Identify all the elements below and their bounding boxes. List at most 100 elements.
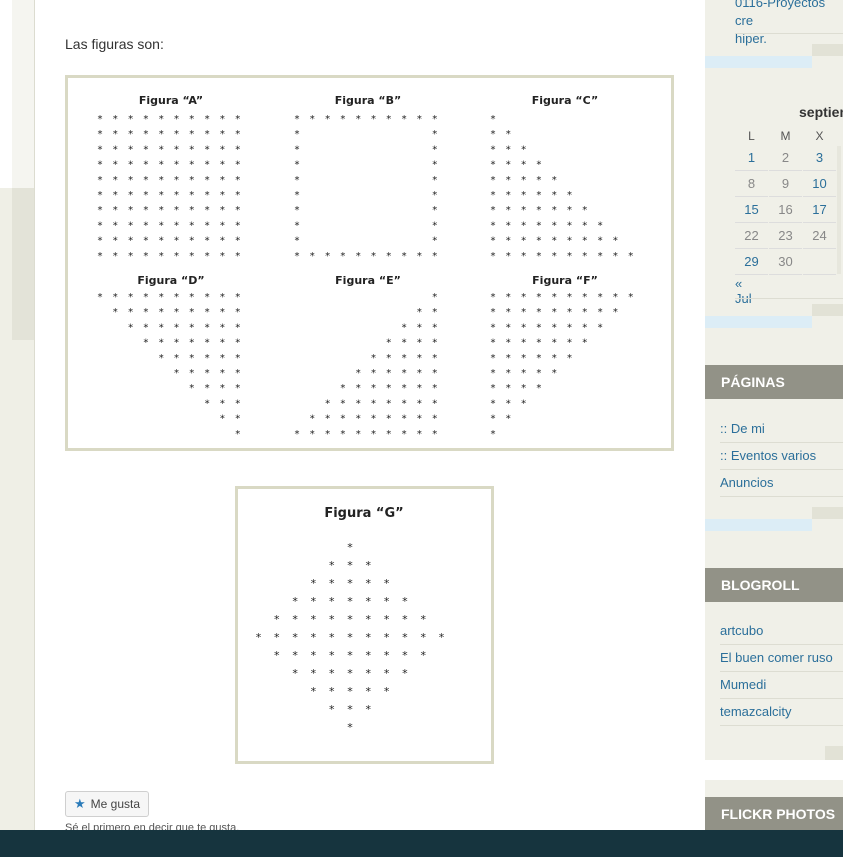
asterisk-mark: * [220,368,225,379]
calendar-day-empty [803,250,836,275]
asterisk-mark: * [506,236,511,247]
asterisk-mark: * [552,236,557,247]
asterisk-mark: * [521,190,526,201]
asterisk-mark: * [567,220,572,231]
asterisk-mark: * [220,307,225,318]
asterisk-mark: * [432,353,437,364]
asterisk-mark: * [598,292,603,303]
asterisk-mark: * [189,383,194,394]
asterisk-mark: * [295,220,300,231]
asterisk-mark: * [432,368,437,379]
asterisk-mark: * [567,292,572,303]
calendar-prev-link[interactable]: « Jul [735,276,752,306]
asterisk-mark: * [536,175,541,186]
asterisk-mark: * [311,595,317,608]
left-gutter-edge [0,0,12,188]
calendar-day-link[interactable]: 10 [803,172,836,197]
asterisk-mark: * [310,251,315,262]
asterisk-mark: * [417,353,422,364]
page-link-de-mi[interactable]: :: De mi [720,416,843,443]
asterisk-mark: * [432,236,437,247]
asterisk-mark: * [311,577,317,590]
asterisk-mark: * [235,353,240,364]
blogroll-link-buen-comer[interactable]: El buen comer ruso [720,645,843,672]
asterisk-mark: * [159,307,164,318]
asterisk-mark: * [386,429,391,440]
asterisk-mark: * [384,595,390,608]
asterisk-mark: * [521,398,526,409]
figure-g-image: Figura “G” * * * * * * * * * * * * * * * * * * * * * * * * * * * * *… [235,486,494,764]
page-link-eventos[interactable]: :: Eventos varios [720,443,843,470]
calendar-day-link[interactable]: 3 [803,146,836,171]
calendar-day-link[interactable]: 17 [803,198,836,223]
asterisk-mark: * [536,383,541,394]
asterisk-mark: * [506,175,511,186]
blogroll-header: BLOGROLL [705,568,843,602]
asterisk-mark: * [189,144,194,155]
asterisk-mark: * [613,292,618,303]
asterisk-mark: * [189,251,194,262]
asterisk-mark: * [386,398,391,409]
asterisk-mark: * [506,251,511,262]
asterisk-mark: * [292,613,298,626]
like-button-label: Me gusta [90,797,141,811]
asterisk-mark: * [174,190,179,201]
widget-notch [825,746,843,760]
asterisk-mark: * [506,368,511,379]
asterisk-mark: * [552,368,557,379]
asterisk-mark: * [347,685,353,698]
asterisk-mark: * [128,190,133,201]
asterisk-mark: * [205,160,210,171]
asterisk-mark: * [205,338,210,349]
calendar-day-link[interactable]: 15 [735,198,768,223]
calendar-day: 16 [769,198,802,223]
asterisk-mark: * [329,685,335,698]
asterisk-mark: * [189,160,194,171]
figure-g-title: Figura “G” [324,506,403,521]
asterisk-mark: * [402,322,407,333]
page-link-anuncios[interactable]: Anuncios [720,470,843,497]
blogroll-link-mumedi[interactable]: Mumedi [720,672,843,699]
recent-post-link[interactable]: 0116-Proyectos cre [735,0,843,30]
asterisk-mark: * [402,114,407,125]
asterisk-mark: * [159,114,164,125]
widget-notch [812,304,843,316]
asterisk-mark: * [159,175,164,186]
asterisk-mark: * [295,144,300,155]
asterisk-mark: * [536,353,541,364]
asterisk-mark: * [295,190,300,201]
asterisk-mark: * [347,613,353,626]
asterisk-mark: * [371,429,376,440]
blogroll-link-temazcalcity[interactable]: temazcalcity [720,699,843,726]
blogroll-link-artcubo[interactable]: artcubo [720,618,843,645]
asterisk-mark: * [235,160,240,171]
asterisk-mark: * [506,414,511,425]
asterisk-mark: * [189,114,194,125]
asterisk-mark: * [205,353,210,364]
asterisk-mark: * [329,631,335,644]
asterisk-mark: * [220,353,225,364]
asterisk-mark: * [371,368,376,379]
asterisk-mark: * [521,205,526,216]
asterisk-mark: * [598,220,603,231]
calendar-column-divider [837,146,841,274]
asterisk-mark: * [536,368,541,379]
asterisk-mark: * [356,114,361,125]
asterisk-mark: * [159,205,164,216]
asterisk-mark: * [402,429,407,440]
like-button[interactable]: ★ Me gusta [65,791,150,817]
asterisk-mark: * [598,236,603,247]
asterisk-mark: * [536,251,541,262]
asterisk-mark: * [432,190,437,201]
calendar-day-link[interactable]: 1 [735,146,768,171]
asterisk-mark: * [432,292,437,303]
asterisk-mark: * [567,190,572,201]
asterisk-mark: * [417,114,422,125]
asterisk-mark: * [402,595,408,608]
asterisk-mark: * [205,190,210,201]
asterisk-mark: * [128,114,133,125]
asterisk-mark: * [371,414,376,425]
asterisk-mark: * [235,414,240,425]
calendar-day-link[interactable]: 29 [735,250,768,275]
asterisk-mark: * [402,414,407,425]
